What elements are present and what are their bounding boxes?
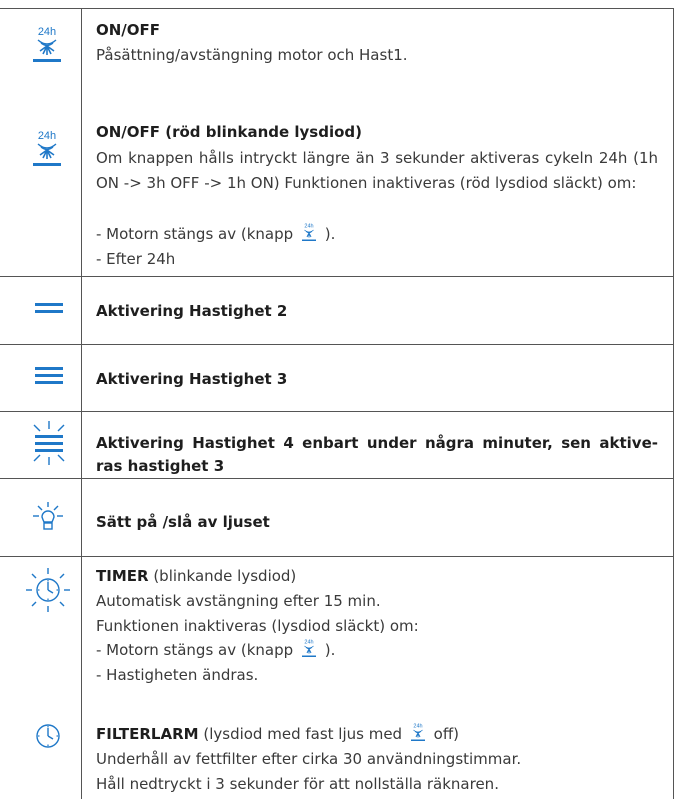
onoff-red-title: ON/OFF (röd blinkande lysdiod): [96, 123, 363, 141]
light-bulb-icon: [33, 502, 63, 530]
onoff-description: Påsättning/avstängning motor och Hast1.: [96, 46, 408, 64]
table-rule: [0, 8, 673, 9]
onoff-red-paragraph: Om knappen hålls intryckt längre än 3 se…: [96, 149, 658, 192]
timer-bullet-2: - Hastigheten ändras.: [96, 666, 259, 684]
table-rule: [0, 344, 673, 345]
bullet-text: - Motorn stängs av (knapp: [96, 225, 294, 243]
column-divider: [81, 8, 82, 799]
onoff-red-bullet-2: - Efter 24h: [96, 250, 176, 268]
instruction-table: 24h ON/OFF Påsättning/avstängning motor …: [0, 0, 675, 799]
filter-title-bold: FILTERLARM: [96, 725, 199, 743]
onoff-title: ON/OFF: [96, 21, 161, 39]
filter-title: FILTERLARM (lysdiod med fast ljus med 24…: [96, 722, 658, 746]
onoff-red-bullet-1: - Motorn stängs av (knapp 24h ).: [96, 222, 658, 246]
24h-fan-icon: 24h: [410, 724, 425, 741]
24h-fan-icon: 24h: [33, 130, 61, 166]
24h-label: 24h: [38, 130, 56, 142]
timer-line-1: Automatisk avstängning efter 15 min.: [96, 592, 381, 610]
filter-title-rest: (lysdiod med fast ljus med: [203, 725, 403, 743]
svg-text:24h: 24h: [413, 724, 422, 730]
timer-bullet-1: - Motorn stängs av (knapp 24h ).: [96, 638, 658, 662]
table-rule: [0, 556, 673, 557]
timer-blink-icon: [26, 568, 70, 612]
svg-text:24h: 24h: [304, 640, 313, 646]
timer-title-bold: TIMER: [96, 567, 149, 585]
table-rule: [0, 276, 673, 277]
filter-title-end: off): [433, 725, 460, 743]
bullet-text: - Motorn stängs av (knapp: [96, 641, 294, 659]
timer-line-2: Funktionen inaktiveras (lysdiod släckt) …: [96, 617, 419, 635]
timer-title: TIMER (blinkande lysdiod): [96, 564, 658, 588]
24h-fan-icon: 24h: [33, 26, 61, 62]
speed-3-icon: [35, 367, 63, 384]
filter-line-2: Håll nedtryckt i 3 sekunder för att noll…: [96, 775, 499, 793]
speed4-title: Aktivering Hastighet 4 enbart under någr…: [96, 434, 658, 475]
svg-text:24h: 24h: [304, 224, 313, 230]
light-title: Sätt på /slå av ljuset: [96, 513, 270, 531]
speed3-title: Aktivering Hastighet 3: [96, 370, 288, 388]
24h-fan-icon: 24h: [301, 640, 316, 657]
speed-2-icon: [35, 303, 63, 313]
table-border-right: [673, 8, 674, 799]
timer-title-rest: (blinkande lysdiod): [153, 567, 297, 585]
bullet-text: ).: [324, 225, 336, 243]
filter-line-1: Underhåll av fettfilter efter cirka 30 a…: [96, 750, 522, 768]
speed-4-icon: [33, 421, 65, 465]
24h-fan-icon: 24h: [301, 224, 316, 241]
24h-label: 24h: [38, 26, 56, 38]
table-rule: [0, 478, 673, 479]
bullet-text: ).: [324, 641, 336, 659]
table-rule: [0, 411, 673, 412]
speed2-title: Aktivering Hastighet 2: [96, 302, 288, 320]
clock-icon: [36, 724, 60, 748]
